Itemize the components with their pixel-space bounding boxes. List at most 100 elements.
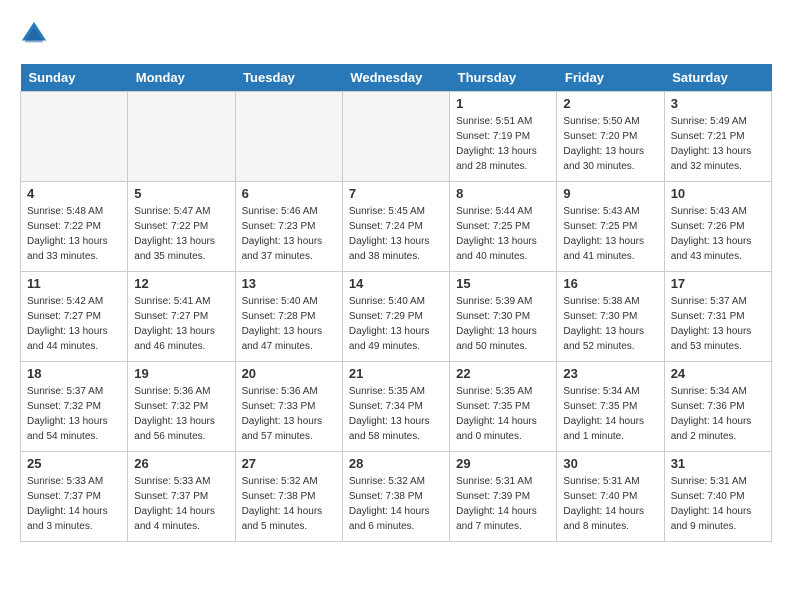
- day-info: Sunrise: 5:33 AM Sunset: 7:37 PM Dayligh…: [134, 474, 228, 534]
- day-number: 31: [671, 456, 765, 471]
- day-number: 13: [242, 276, 336, 291]
- day-number: 15: [456, 276, 550, 291]
- day-info: Sunrise: 5:40 AM Sunset: 7:29 PM Dayligh…: [349, 294, 443, 354]
- day-info: Sunrise: 5:45 AM Sunset: 7:24 PM Dayligh…: [349, 204, 443, 264]
- day-info: Sunrise: 5:42 AM Sunset: 7:27 PM Dayligh…: [27, 294, 121, 354]
- day-cell: [235, 92, 342, 182]
- day-number: 3: [671, 96, 765, 111]
- day-cell: 2 Sunrise: 5:50 AM Sunset: 7:20 PM Dayli…: [557, 92, 664, 182]
- day-cell: 7 Sunrise: 5:45 AM Sunset: 7:24 PM Dayli…: [342, 182, 449, 272]
- day-number: 2: [563, 96, 657, 111]
- day-number: 17: [671, 276, 765, 291]
- week-row-4: 18 Sunrise: 5:37 AM Sunset: 7:32 PM Dayl…: [21, 362, 772, 452]
- day-info: Sunrise: 5:33 AM Sunset: 7:37 PM Dayligh…: [27, 474, 121, 534]
- day-info: Sunrise: 5:37 AM Sunset: 7:31 PM Dayligh…: [671, 294, 765, 354]
- week-row-1: 1 Sunrise: 5:51 AM Sunset: 7:19 PM Dayli…: [21, 92, 772, 182]
- day-cell: 16 Sunrise: 5:38 AM Sunset: 7:30 PM Dayl…: [557, 272, 664, 362]
- day-cell: 14 Sunrise: 5:40 AM Sunset: 7:29 PM Dayl…: [342, 272, 449, 362]
- day-cell: 30 Sunrise: 5:31 AM Sunset: 7:40 PM Dayl…: [557, 452, 664, 542]
- day-cell: 26 Sunrise: 5:33 AM Sunset: 7:37 PM Dayl…: [128, 452, 235, 542]
- day-info: Sunrise: 5:43 AM Sunset: 7:26 PM Dayligh…: [671, 204, 765, 264]
- week-row-3: 11 Sunrise: 5:42 AM Sunset: 7:27 PM Dayl…: [21, 272, 772, 362]
- day-info: Sunrise: 5:38 AM Sunset: 7:30 PM Dayligh…: [563, 294, 657, 354]
- day-info: Sunrise: 5:43 AM Sunset: 7:25 PM Dayligh…: [563, 204, 657, 264]
- day-cell: 15 Sunrise: 5:39 AM Sunset: 7:30 PM Dayl…: [450, 272, 557, 362]
- day-cell: 28 Sunrise: 5:32 AM Sunset: 7:38 PM Dayl…: [342, 452, 449, 542]
- day-number: 5: [134, 186, 228, 201]
- day-info: Sunrise: 5:37 AM Sunset: 7:32 PM Dayligh…: [27, 384, 121, 444]
- page-header: [20, 20, 772, 48]
- day-cell: 6 Sunrise: 5:46 AM Sunset: 7:23 PM Dayli…: [235, 182, 342, 272]
- day-cell: 4 Sunrise: 5:48 AM Sunset: 7:22 PM Dayli…: [21, 182, 128, 272]
- day-cell: 10 Sunrise: 5:43 AM Sunset: 7:26 PM Dayl…: [664, 182, 771, 272]
- day-info: Sunrise: 5:31 AM Sunset: 7:40 PM Dayligh…: [671, 474, 765, 534]
- day-info: Sunrise: 5:51 AM Sunset: 7:19 PM Dayligh…: [456, 114, 550, 174]
- day-number: 26: [134, 456, 228, 471]
- day-info: Sunrise: 5:35 AM Sunset: 7:34 PM Dayligh…: [349, 384, 443, 444]
- day-number: 8: [456, 186, 550, 201]
- day-number: 22: [456, 366, 550, 381]
- day-number: 19: [134, 366, 228, 381]
- day-cell: 31 Sunrise: 5:31 AM Sunset: 7:40 PM Dayl…: [664, 452, 771, 542]
- day-number: 12: [134, 276, 228, 291]
- day-number: 24: [671, 366, 765, 381]
- day-info: Sunrise: 5:31 AM Sunset: 7:39 PM Dayligh…: [456, 474, 550, 534]
- day-cell: 18 Sunrise: 5:37 AM Sunset: 7:32 PM Dayl…: [21, 362, 128, 452]
- day-info: Sunrise: 5:34 AM Sunset: 7:36 PM Dayligh…: [671, 384, 765, 444]
- day-cell: 22 Sunrise: 5:35 AM Sunset: 7:35 PM Dayl…: [450, 362, 557, 452]
- day-number: 25: [27, 456, 121, 471]
- day-info: Sunrise: 5:36 AM Sunset: 7:32 PM Dayligh…: [134, 384, 228, 444]
- day-cell: 11 Sunrise: 5:42 AM Sunset: 7:27 PM Dayl…: [21, 272, 128, 362]
- day-number: 14: [349, 276, 443, 291]
- day-info: Sunrise: 5:47 AM Sunset: 7:22 PM Dayligh…: [134, 204, 228, 264]
- day-number: 20: [242, 366, 336, 381]
- day-cell: 9 Sunrise: 5:43 AM Sunset: 7:25 PM Dayli…: [557, 182, 664, 272]
- day-info: Sunrise: 5:35 AM Sunset: 7:35 PM Dayligh…: [456, 384, 550, 444]
- day-info: Sunrise: 5:40 AM Sunset: 7:28 PM Dayligh…: [242, 294, 336, 354]
- day-cell: [128, 92, 235, 182]
- day-number: 4: [27, 186, 121, 201]
- day-info: Sunrise: 5:41 AM Sunset: 7:27 PM Dayligh…: [134, 294, 228, 354]
- day-info: Sunrise: 5:31 AM Sunset: 7:40 PM Dayligh…: [563, 474, 657, 534]
- day-number: 11: [27, 276, 121, 291]
- day-info: Sunrise: 5:36 AM Sunset: 7:33 PM Dayligh…: [242, 384, 336, 444]
- day-info: Sunrise: 5:34 AM Sunset: 7:35 PM Dayligh…: [563, 384, 657, 444]
- day-cell: 12 Sunrise: 5:41 AM Sunset: 7:27 PM Dayl…: [128, 272, 235, 362]
- week-row-5: 25 Sunrise: 5:33 AM Sunset: 7:37 PM Dayl…: [21, 452, 772, 542]
- logo: [20, 20, 52, 48]
- day-cell: 17 Sunrise: 5:37 AM Sunset: 7:31 PM Dayl…: [664, 272, 771, 362]
- day-cell: [21, 92, 128, 182]
- day-cell: 25 Sunrise: 5:33 AM Sunset: 7:37 PM Dayl…: [21, 452, 128, 542]
- week-row-2: 4 Sunrise: 5:48 AM Sunset: 7:22 PM Dayli…: [21, 182, 772, 272]
- weekday-header-tuesday: Tuesday: [235, 64, 342, 92]
- day-cell: 13 Sunrise: 5:40 AM Sunset: 7:28 PM Dayl…: [235, 272, 342, 362]
- day-number: 10: [671, 186, 765, 201]
- day-number: 1: [456, 96, 550, 111]
- day-cell: 3 Sunrise: 5:49 AM Sunset: 7:21 PM Dayli…: [664, 92, 771, 182]
- day-cell: 27 Sunrise: 5:32 AM Sunset: 7:38 PM Dayl…: [235, 452, 342, 542]
- day-number: 16: [563, 276, 657, 291]
- day-cell: 5 Sunrise: 5:47 AM Sunset: 7:22 PM Dayli…: [128, 182, 235, 272]
- day-number: 28: [349, 456, 443, 471]
- day-cell: 20 Sunrise: 5:36 AM Sunset: 7:33 PM Dayl…: [235, 362, 342, 452]
- day-number: 30: [563, 456, 657, 471]
- day-info: Sunrise: 5:32 AM Sunset: 7:38 PM Dayligh…: [349, 474, 443, 534]
- day-info: Sunrise: 5:46 AM Sunset: 7:23 PM Dayligh…: [242, 204, 336, 264]
- weekday-header-monday: Monday: [128, 64, 235, 92]
- day-info: Sunrise: 5:44 AM Sunset: 7:25 PM Dayligh…: [456, 204, 550, 264]
- day-number: 6: [242, 186, 336, 201]
- day-number: 9: [563, 186, 657, 201]
- day-number: 21: [349, 366, 443, 381]
- day-number: 23: [563, 366, 657, 381]
- day-number: 18: [27, 366, 121, 381]
- day-number: 7: [349, 186, 443, 201]
- day-cell: 1 Sunrise: 5:51 AM Sunset: 7:19 PM Dayli…: [450, 92, 557, 182]
- calendar-table: SundayMondayTuesdayWednesdayThursdayFrid…: [20, 64, 772, 542]
- day-cell: 19 Sunrise: 5:36 AM Sunset: 7:32 PM Dayl…: [128, 362, 235, 452]
- weekday-header-saturday: Saturday: [664, 64, 771, 92]
- day-cell: 23 Sunrise: 5:34 AM Sunset: 7:35 PM Dayl…: [557, 362, 664, 452]
- day-cell: 29 Sunrise: 5:31 AM Sunset: 7:39 PM Dayl…: [450, 452, 557, 542]
- day-info: Sunrise: 5:48 AM Sunset: 7:22 PM Dayligh…: [27, 204, 121, 264]
- weekday-header-friday: Friday: [557, 64, 664, 92]
- logo-icon: [20, 20, 48, 48]
